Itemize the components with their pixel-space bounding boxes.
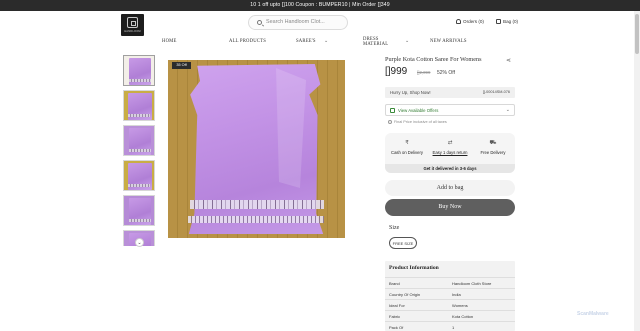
logo-mark-icon xyxy=(127,17,138,28)
chevron-down-icon[interactable]: ⌄ xyxy=(405,38,409,44)
thumbnail[interactable] xyxy=(123,160,155,191)
stock-banner: Hurry Up, Shop Now! []-00014SM-076 xyxy=(385,87,515,98)
product-info-heading: Product Information xyxy=(389,265,439,271)
product-title: Purple Kota Cotton Saree For Womens xyxy=(385,56,482,63)
bag-label: Bag (0) xyxy=(503,19,519,24)
logo-text: HANDLOOM xyxy=(124,30,141,33)
info-row: Pack Of 1 xyxy=(385,321,515,331)
watermark: ScanMalware xyxy=(577,311,609,317)
product-information: Product Information Brand Handloom Cloth … xyxy=(385,261,515,331)
user-icon xyxy=(456,19,461,24)
benefit-free-delivery: ⛟ Free Delivery xyxy=(473,139,513,155)
main-nav: HOME ALL PRODUCTS SAREE'S ⌄ DRESS MATERI… xyxy=(0,37,640,49)
thumbnail[interactable] xyxy=(123,195,155,226)
chevron-down-icon: ⌄ xyxy=(505,107,510,113)
info-row: Brand Handloom Cloth Store xyxy=(385,277,515,288)
chevron-down-icon[interactable]: ⌄ xyxy=(324,38,328,44)
offer-tag-icon xyxy=(390,108,395,113)
product-sku: []-00014SM-076 xyxy=(482,90,510,94)
thumbnail[interactable] xyxy=(123,55,155,86)
announcement-bar: 10 1 off upto []100 Coupon : BUMPER10 | … xyxy=(0,0,640,11)
stock-note: Hurry Up, Shop Now! xyxy=(390,90,431,95)
bag-icon xyxy=(496,19,501,24)
store-logo[interactable]: HANDLOOM xyxy=(121,14,144,36)
discount-percent: 52% Off xyxy=(437,69,455,76)
delivery-estimate: Get it delivered in 3-6 days xyxy=(385,164,515,173)
size-option[interactable]: FREE SIZE xyxy=(389,237,417,249)
chevron-down-icon[interactable]: ⌄ xyxy=(135,238,144,247)
product-price: []999 xyxy=(385,66,408,77)
orders-label: Orders (0) xyxy=(463,19,484,24)
benefit-cod: ₹ Cash on Delivery xyxy=(387,139,427,155)
nav-all-products[interactable]: ALL PRODUCTS xyxy=(229,39,266,45)
info-row: Ideal For Womens xyxy=(385,299,515,310)
search-box[interactable]: Search Handloom Clot... xyxy=(248,15,348,30)
return-icon: ⇄ xyxy=(447,140,453,146)
search-icon xyxy=(257,20,262,25)
benefit-return[interactable]: ⇄ Easy 1 days return xyxy=(430,139,470,155)
nav-home[interactable]: HOME xyxy=(162,39,177,45)
product-mrp: []2,099 xyxy=(417,70,431,75)
share-icon[interactable]: ⋖ xyxy=(506,57,512,64)
truck-icon: ⛟ xyxy=(489,140,497,146)
search-input[interactable]: Search Handloom Clot... xyxy=(266,16,325,29)
tax-note: Final Price inclusive of all taxes xyxy=(388,120,447,124)
benefits-panel: ₹ Cash on Delivery ⇄ Easy 1 days return … xyxy=(385,133,515,173)
buy-now-button[interactable]: Buy Now xyxy=(385,199,515,216)
product-main-image[interactable] xyxy=(168,60,345,238)
discount-badge: 35 Off xyxy=(172,62,191,69)
orders-link[interactable]: Orders (0) xyxy=(456,17,484,26)
scrollbar-thumb[interactable] xyxy=(635,14,639,54)
offers-label: View Available Offers xyxy=(398,108,439,113)
nav-dress-material[interactable]: DRESS MATERIAL xyxy=(363,37,388,47)
thumbnail[interactable] xyxy=(123,90,155,121)
nav-new-arrivals[interactable]: NEW ARRIVALS xyxy=(430,39,467,45)
thumbnail[interactable] xyxy=(123,125,155,156)
size-label: Size xyxy=(389,225,400,231)
info-row: Fabric Kota Cotton xyxy=(385,310,515,321)
offers-toggle[interactable]: View Available Offers ⌄ xyxy=(385,104,515,116)
info-row: Country Of Origin India xyxy=(385,288,515,299)
rupee-icon: ₹ xyxy=(405,140,409,146)
nav-sarees[interactable]: SAREE'S xyxy=(296,39,316,45)
add-to-bag-button[interactable]: Add to bag xyxy=(385,180,515,196)
bag-link[interactable]: Bag (0) xyxy=(496,17,518,26)
info-icon xyxy=(388,120,392,124)
page-scrollbar[interactable] xyxy=(634,11,640,331)
thumbnail-strip xyxy=(123,55,156,246)
